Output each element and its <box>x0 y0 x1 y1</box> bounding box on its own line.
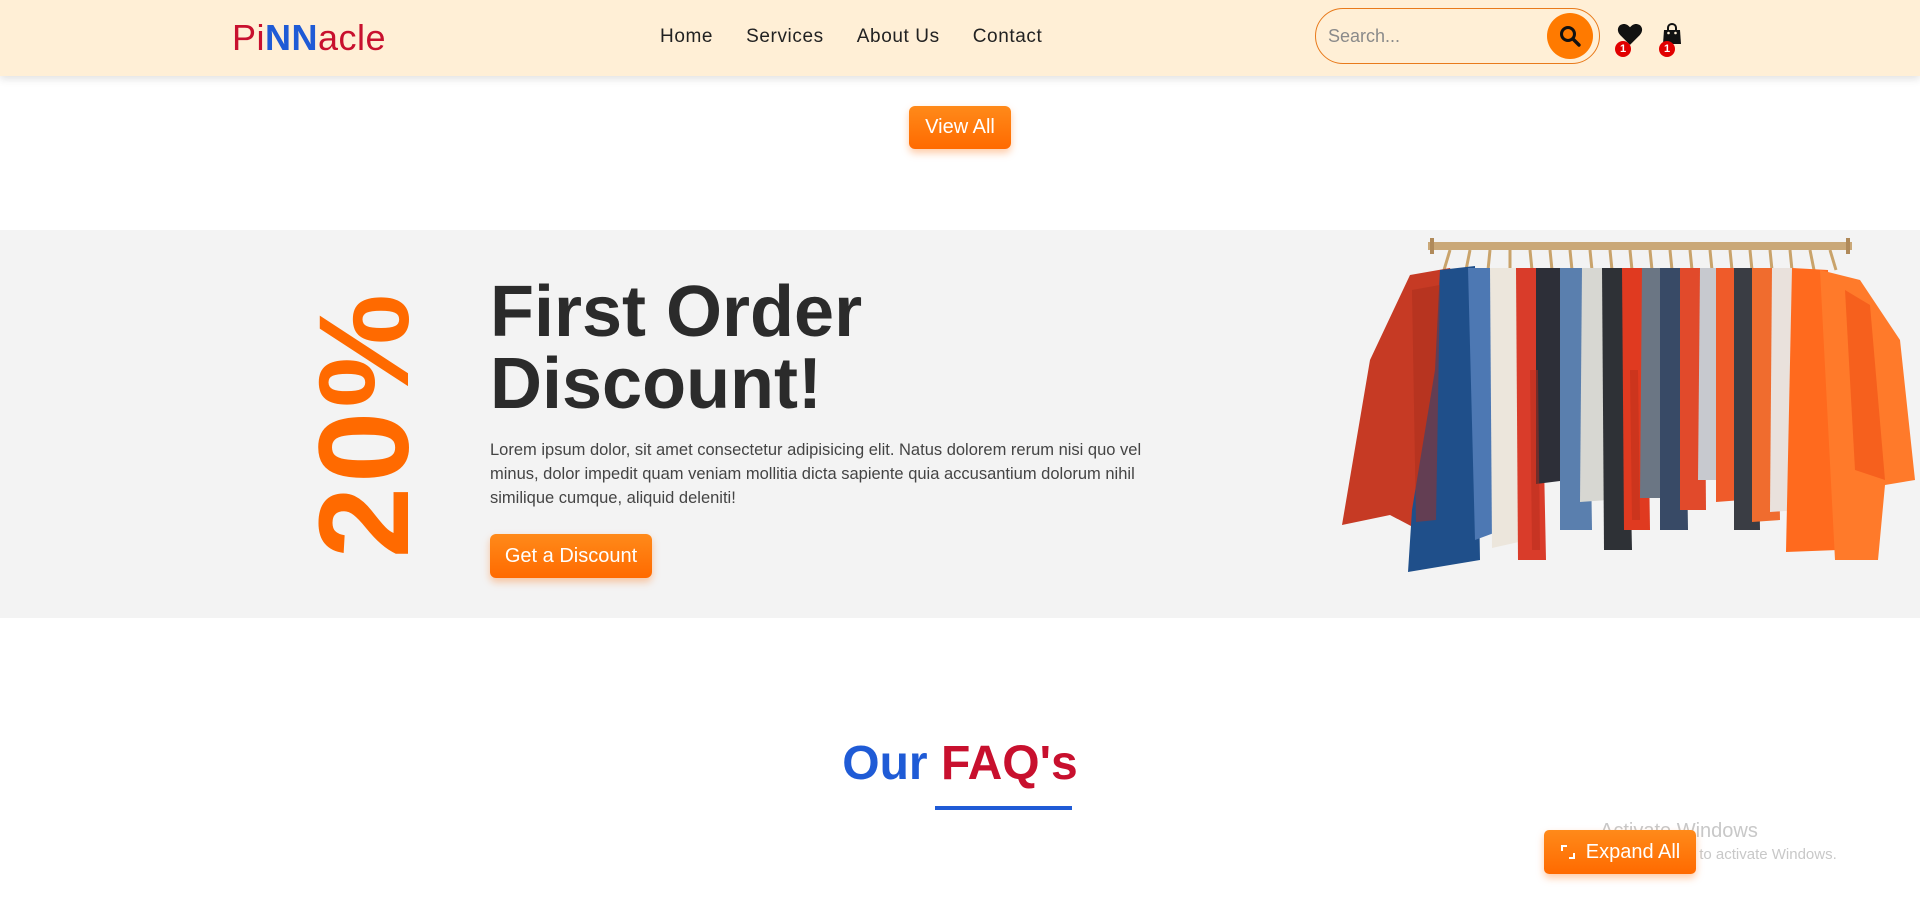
clothes-rack-image <box>1342 238 1915 572</box>
banner-title-line-1: First Order <box>490 272 863 352</box>
banner-description: Lorem ipsum dolor, sit amet consectetur … <box>490 441 1142 507</box>
search-icon <box>1560 26 1581 47</box>
nav-home[interactable]: Home <box>660 24 713 50</box>
discount-percent: 20% <box>293 289 436 559</box>
faq-heading-part-1: Our <box>842 737 928 790</box>
expand-all-button[interactable]: Expand All <box>1544 830 1696 874</box>
nav-contact[interactable]: Contact <box>973 24 1043 50</box>
wishlist-button[interactable]: 1 <box>1615 22 1647 57</box>
banner-title: First Order Discount! <box>490 276 862 420</box>
view-all-button[interactable]: View All <box>909 106 1011 149</box>
logo-part-2: NN <box>265 17 319 58</box>
cart-button[interactable]: 1 <box>1659 22 1691 57</box>
faq-heading: Our FAQ's <box>0 736 1920 791</box>
get-discount-button[interactable]: Get a Discount <box>490 534 652 578</box>
brand-logo[interactable]: PiNNacle <box>232 16 386 60</box>
logo-part-3: acle <box>318 17 387 58</box>
logo-part-1: Pi <box>232 17 266 58</box>
nav-services[interactable]: Services <box>746 24 824 50</box>
main-nav: Home Services About Us Contact <box>660 24 1042 50</box>
banner-title-line-2: Discount! <box>490 344 822 424</box>
search-button[interactable] <box>1547 13 1593 59</box>
cart-count-badge: 1 <box>1659 41 1675 57</box>
expand-icon <box>1560 845 1575 859</box>
faq-heading-underline <box>935 806 1072 810</box>
nav-about-us[interactable]: About Us <box>857 24 940 50</box>
faq-heading-part-2: FAQ's <box>940 737 1078 790</box>
wishlist-count-badge: 1 <box>1615 41 1631 57</box>
first-order-discount-banner: 20% First Order Discount! Lorem ipsum do… <box>0 230 1920 618</box>
navbar: PiNNacle Home Services About Us Contact … <box>0 0 1920 76</box>
search-input[interactable] <box>1328 21 1528 51</box>
search-bar <box>1315 8 1600 64</box>
expand-all-label: Expand All <box>1585 840 1681 863</box>
